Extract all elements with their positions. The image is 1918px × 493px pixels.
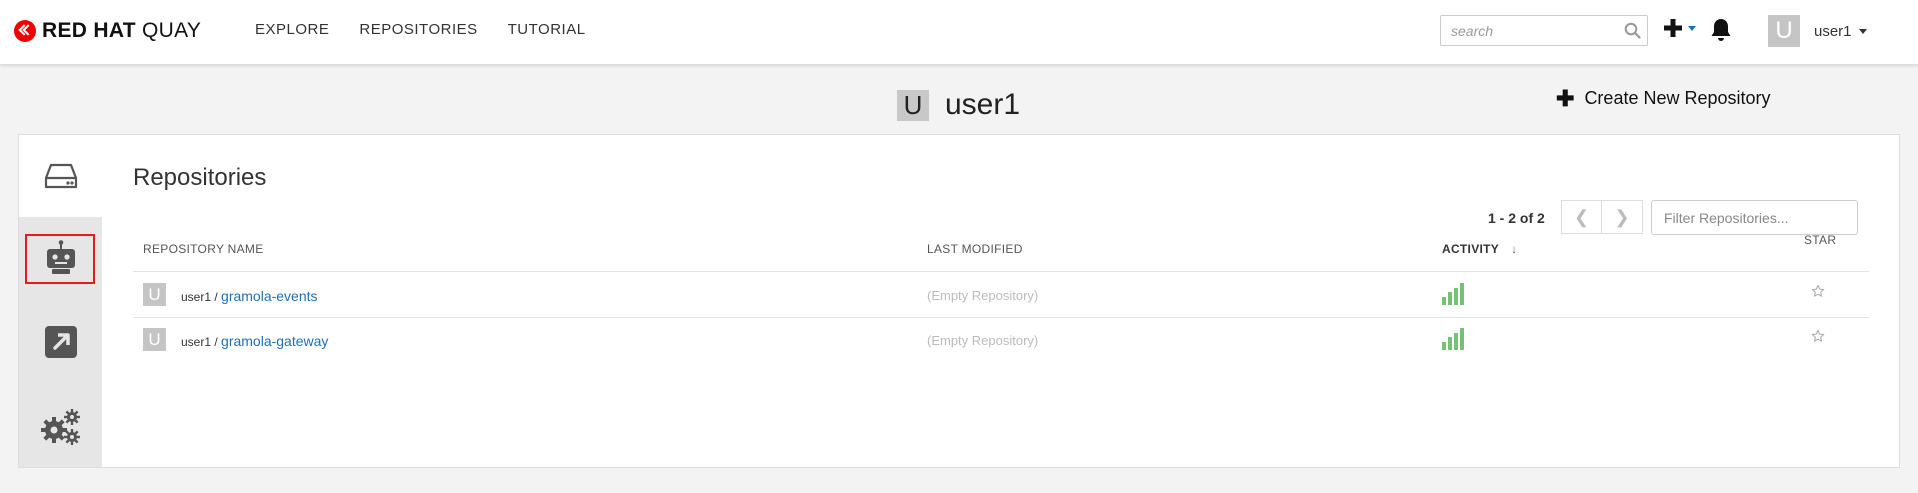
sidebar-item-repositories[interactable] — [19, 135, 102, 217]
repo-namespace: user1 / — [181, 335, 218, 349]
pagination-count: 1 - 2 of 2 — [1488, 210, 1545, 226]
search-input[interactable] — [1441, 16, 1611, 45]
previous-page-button[interactable]: ❮ — [1561, 200, 1602, 234]
chevron-down-icon — [1858, 28, 1867, 34]
create-new-repository-button[interactable]: ✚ Create New Repository — [1556, 85, 1771, 111]
table-row: U user1 / gramola-events (Empty Reposito… — [133, 272, 1869, 317]
settings-gears-icon — [40, 409, 80, 445]
sidebar-item-usage-logs[interactable] — [19, 301, 102, 383]
last-modified: (Empty Repository) — [927, 333, 1039, 348]
robot-accounts-highlight — [25, 234, 95, 284]
namespace-panel: Repositories 1 - 2 of 2 ❮ ❯ REPOSITORY N… — [18, 134, 1900, 468]
activity-header-label: ACTIVITY — [1442, 242, 1500, 256]
external-link-icon — [44, 326, 77, 358]
search-icon[interactable] — [1624, 22, 1641, 44]
main-nav: EXPLORE REPOSITORIES TUTORIAL — [255, 21, 586, 38]
repo-namespace: user1 / — [181, 290, 218, 304]
create-menu-button[interactable] — [1663, 18, 1696, 38]
quay-logo-icon — [14, 20, 36, 42]
plus-icon — [1664, 19, 1682, 37]
column-header-last-modified[interactable]: LAST MODIFIED — [927, 242, 1023, 256]
nav-repositories[interactable]: REPOSITORIES — [359, 21, 477, 38]
filter-repositories-input[interactable] — [1652, 201, 1847, 234]
user-name: user1 — [1814, 22, 1852, 40]
star-icon[interactable] — [1811, 329, 1825, 348]
column-header-activity[interactable]: ACTIVITY ↓ — [1442, 242, 1517, 256]
repo-namespace-avatar: U — [143, 283, 166, 306]
nav-tutorial[interactable]: TUTORIAL — [508, 21, 586, 38]
last-modified: (Empty Repository) — [927, 288, 1039, 303]
top-navbar: RED HAT QUAY EXPLORE REPOSITORIES TUTORI… — [0, 0, 1918, 65]
red-hat-quay-logo[interactable]: RED HAT QUAY — [14, 19, 201, 43]
user-menu[interactable]: U user1 — [1768, 15, 1867, 47]
activity-chart — [1442, 283, 1464, 305]
plus-icon: ✚ — [1556, 85, 1575, 111]
column-header-name[interactable]: REPOSITORY NAME — [143, 242, 264, 256]
repo-namespace-avatar: U — [143, 328, 166, 351]
sort-descending-icon: ↓ — [1511, 242, 1518, 256]
create-repo-label: Create New Repository — [1584, 88, 1771, 108]
repositories-section: Repositories 1 - 2 of 2 ❮ ❯ REPOSITORY N… — [133, 135, 1885, 467]
chevron-down-icon — [1688, 25, 1696, 31]
namespace-title: user1 — [945, 88, 1021, 121]
page-title: U user1 — [897, 88, 1020, 122]
notifications-bell-icon[interactable] — [1709, 17, 1733, 48]
table-row: U user1 / gramola-gateway (Empty Reposit… — [133, 317, 1869, 362]
activity-chart — [1442, 328, 1464, 350]
filter-repositories — [1651, 200, 1858, 235]
repo-link[interactable]: gramola-gateway — [221, 333, 328, 349]
next-page-button[interactable]: ❯ — [1602, 200, 1643, 234]
brand-light: QUAY — [142, 19, 202, 42]
pagination-buttons: ❮ ❯ — [1561, 200, 1643, 234]
user-avatar: U — [1768, 15, 1800, 47]
search-box — [1440, 15, 1648, 46]
star-icon[interactable] — [1811, 284, 1825, 303]
nav-explore[interactable]: EXPLORE — [255, 21, 329, 38]
sidebar-item-settings[interactable] — [19, 385, 102, 467]
namespace-avatar: U — [897, 89, 929, 121]
column-header-star[interactable]: STAR — [1804, 233, 1836, 247]
repo-link[interactable]: gramola-events — [221, 288, 318, 304]
repository-drive-icon — [44, 163, 77, 189]
brand-bold: RED HAT — [42, 19, 136, 42]
namespace-sidebar — [19, 135, 102, 467]
section-title: Repositories — [133, 164, 267, 191]
